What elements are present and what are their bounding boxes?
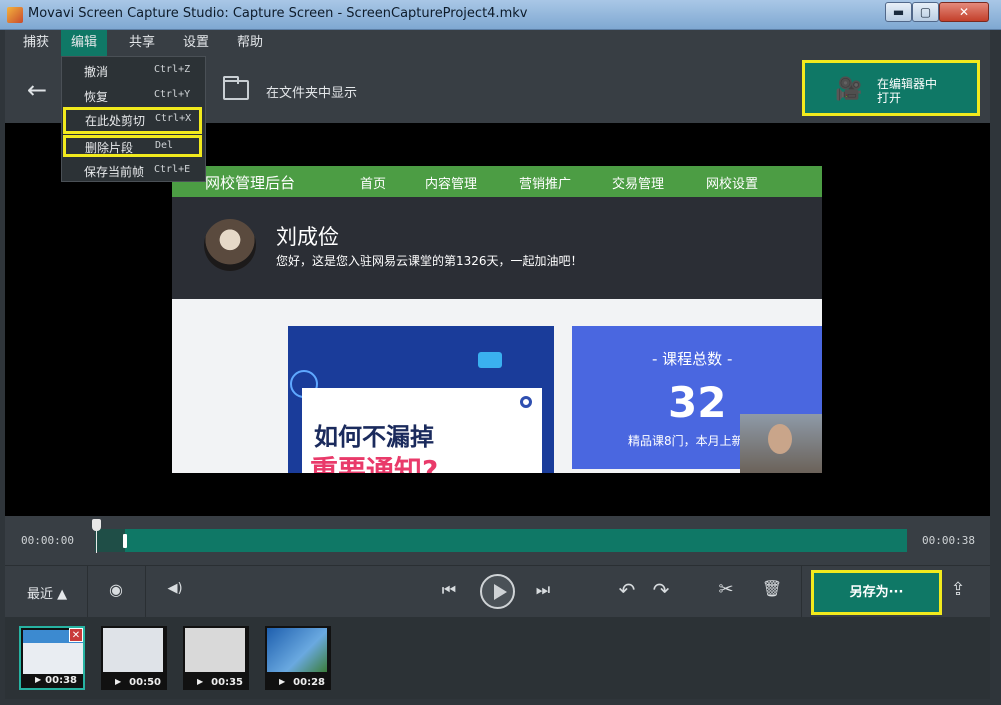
timeline: 00:00:00 00:00:38 [5, 516, 990, 565]
window-title: Movavi Screen Capture Studio: Capture Sc… [28, 6, 528, 21]
menu-bar: 捕获 编辑 共享 设置 帮助 [5, 30, 990, 56]
thumbnail-duration: 00:35 [211, 677, 243, 688]
camera-icon[interactable]: ◉ [105, 580, 127, 599]
thumbnail-duration: 00:38 [45, 675, 77, 686]
redo-icon[interactable]: ↷ [650, 578, 672, 602]
chat-bubble-icon [478, 352, 502, 368]
recording-thumbnail[interactable]: ✕ ▶ 00:38 [19, 626, 85, 690]
film-camera-icon: 🎥 [835, 77, 863, 102]
share-export-icon[interactable]: ⇪ [946, 579, 970, 600]
menu-share[interactable]: 共享 [119, 30, 165, 56]
webcam-overlay [740, 414, 822, 473]
banner-text-2: 重要通知? [310, 454, 439, 473]
stat-sub: 精品课8门，本月上新 [628, 434, 744, 448]
previous-icon[interactable]: ⏮ [438, 580, 460, 600]
open-in-editor-label-2: 打开 [877, 91, 902, 105]
menu-capture[interactable]: 捕获 [13, 30, 59, 56]
edit-menu-dropdown: 撤消 Ctrl+Z 恢复 Ctrl+Y 在此处剪切 Ctrl+X 删除片段 De… [61, 56, 206, 182]
playhead-handle[interactable] [92, 519, 101, 553]
preview-nav-settings: 网校设置 [706, 177, 759, 192]
menu-item-redo[interactable]: 恢复 Ctrl+Y [62, 83, 205, 107]
trash-icon[interactable]: 🗑 [761, 579, 783, 598]
menu-item-cut-here[interactable]: 在此处剪切 Ctrl+X [63, 107, 202, 134]
preview-greeting: 您好，这是您入驻网易云课堂的第1326天，一起加油吧！ [276, 254, 583, 268]
preview-brand: 网校管理后台 [205, 174, 296, 192]
save-as-button[interactable]: 另存为··· [811, 570, 942, 615]
folder-icon[interactable] [223, 76, 249, 100]
title-bar: Movavi Screen Capture Studio: Capture Sc… [0, 0, 1001, 30]
preview-profile: 刘成俭 您好，这是您入驻网易云课堂的第1326天，一起加油吧！ [172, 197, 822, 299]
preview-topnav: 网校管理后台 首页 内容管理 营销推广 交易管理 网校设置 [172, 166, 822, 199]
preview-frame: 网校管理后台 首页 内容管理 营销推广 交易管理 网校设置 刘成俭 您好，这是您… [172, 166, 822, 473]
app-window: Movavi Screen Capture Studio: Capture Sc… [0, 0, 1001, 705]
remove-thumbnail-icon[interactable]: ✕ [69, 628, 83, 642]
preview-nav-marketing: 营销推广 [519, 177, 572, 192]
next-icon[interactable]: ⏭ [532, 580, 554, 600]
menu-help[interactable]: 帮助 [227, 30, 273, 56]
timecode-start: 00:00:00 [21, 534, 74, 547]
menu-item-save-frame[interactable]: 保存当前帧 Ctrl+E [62, 158, 205, 182]
menu-item-delete-fragment[interactable]: 删除片段 Del [63, 135, 202, 157]
recent-dropdown[interactable]: 最近 ▲ [27, 583, 67, 602]
maximize-button[interactable]: ▢ [912, 2, 939, 22]
stat-value: 32 [668, 378, 727, 427]
recording-thumbnail[interactable]: ▶ 00:28 [265, 626, 331, 690]
volume-icon[interactable]: ◀) [163, 581, 187, 596]
timeline-track[interactable] [125, 529, 907, 552]
menu-item-undo[interactable]: 撤消 Ctrl+Z [62, 58, 205, 82]
thumbnail-duration: 00:50 [129, 677, 161, 688]
recent-recordings: ✕ ▶ 00:38 ▶ 00:50 ▶ 00:35 ▶ 00:28 [5, 617, 990, 699]
minimize-button[interactable]: ▬ [885, 2, 912, 22]
avatar [204, 219, 256, 271]
thumbnail-duration: 00:28 [293, 677, 325, 688]
show-in-folder-button[interactable]: 在文件夹中显示 [266, 82, 357, 101]
preview-nav-home: 首页 [360, 173, 387, 199]
recording-thumbnail[interactable]: ▶ 00:50 [101, 626, 167, 690]
close-button[interactable]: ✕ [939, 2, 989, 22]
cut-marker[interactable] [123, 534, 127, 548]
stat-title: - 课程总数 - [652, 350, 733, 368]
open-in-editor-label-1: 在编辑器中 [877, 77, 938, 91]
preview-nav-trade: 交易管理 [612, 177, 665, 192]
preview-user-name: 刘成俭 [276, 225, 339, 249]
menu-settings[interactable]: 设置 [173, 30, 219, 56]
preview-nav-content: 内容管理 [425, 177, 478, 192]
play-button[interactable] [480, 574, 515, 609]
recording-thumbnail[interactable]: ▶ 00:35 [183, 626, 249, 690]
open-in-editor-button[interactable]: 🎥 在编辑器中 打开 [802, 60, 980, 116]
menu-edit[interactable]: 编辑 [61, 30, 108, 56]
app-icon [7, 7, 23, 23]
banner-text-1: 如何不漏掉 [314, 423, 434, 451]
scissors-icon[interactable]: ✂ [715, 579, 737, 600]
undo-icon[interactable]: ↶ [616, 578, 638, 602]
timecode-end: 00:00:38 [922, 534, 975, 547]
playback-controls: 最近 ▲ ◉ ◀) ⏮ ⏭ ↶ ↷ ✂ 🗑 另存为··· ⇪ [5, 565, 990, 618]
preview-banner: 如何不漏掉 重要通知? [288, 326, 554, 473]
back-arrow-icon[interactable]: ← [27, 76, 47, 104]
